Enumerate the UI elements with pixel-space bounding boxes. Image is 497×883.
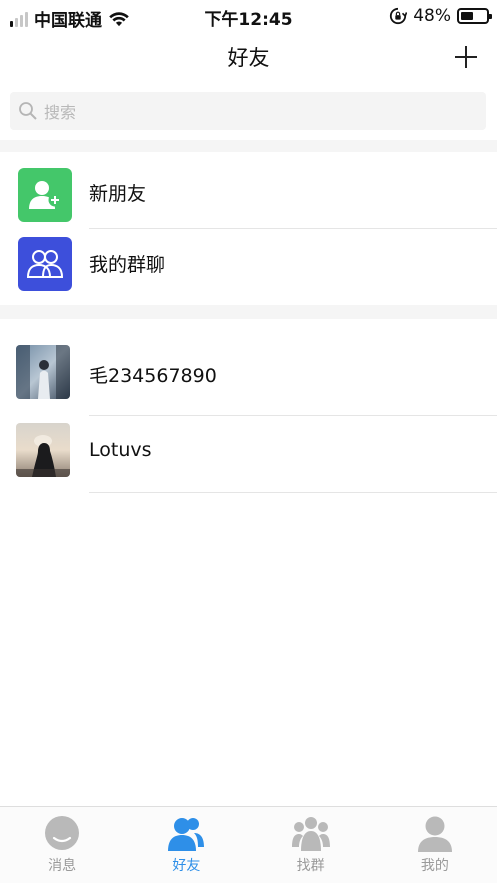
profile-icon bbox=[417, 816, 452, 852]
add-icon[interactable] bbox=[453, 44, 479, 70]
section-divider bbox=[0, 140, 497, 152]
find-group-icon bbox=[291, 817, 330, 851]
tab-friends-label: 好友 bbox=[172, 858, 201, 874]
tab-friends[interactable]: 好友 bbox=[124, 807, 248, 883]
rotation-lock-icon bbox=[390, 7, 408, 25]
battery-icon bbox=[457, 8, 492, 24]
tab-profile[interactable]: 我的 bbox=[373, 807, 497, 883]
page-title: 好友 bbox=[227, 46, 270, 70]
battery-level bbox=[461, 12, 473, 20]
row-divider bbox=[89, 492, 497, 493]
tab-find-group[interactable]: 找群 bbox=[249, 807, 373, 883]
status-right: 48% bbox=[389, 6, 492, 26]
tab-messages[interactable]: 消息 bbox=[0, 807, 124, 883]
group-chats-row[interactable]: 我的群聊 bbox=[0, 229, 497, 306]
new-friends-label: 新朋友 bbox=[89, 183, 147, 205]
tab-messages-label: 消息 bbox=[48, 858, 77, 874]
friend-name: Lotuvs bbox=[89, 439, 152, 461]
group-chat-icon bbox=[18, 237, 72, 291]
tab-profile-label: 我的 bbox=[420, 858, 449, 874]
tab-find-group-label: 找群 bbox=[296, 858, 325, 874]
message-icon bbox=[45, 816, 80, 850]
avatar bbox=[16, 423, 70, 477]
group-chats-label: 我的群聊 bbox=[89, 254, 166, 276]
friends-icon bbox=[168, 818, 205, 851]
search-input[interactable]: 搜索 bbox=[10, 92, 486, 130]
avatar bbox=[16, 345, 70, 399]
search-placeholder: 搜索 bbox=[44, 103, 77, 122]
battery-percent: 48% bbox=[413, 6, 451, 26]
tab-bar: 消息 好友 找群 我的 bbox=[0, 806, 497, 883]
section-divider bbox=[0, 305, 497, 319]
nav-bar: 好友 bbox=[0, 32, 497, 82]
search-icon bbox=[19, 102, 37, 120]
add-friend-icon bbox=[18, 168, 72, 222]
friend-name: 毛234567890 bbox=[89, 365, 217, 387]
status-bar: 中国联通 下午12:45 48% bbox=[0, 0, 497, 32]
friend-row[interactable]: Lotuvs bbox=[0, 415, 497, 493]
friend-row[interactable]: 毛234567890 bbox=[0, 335, 497, 416]
new-friends-row[interactable]: 新朋友 bbox=[0, 152, 497, 229]
